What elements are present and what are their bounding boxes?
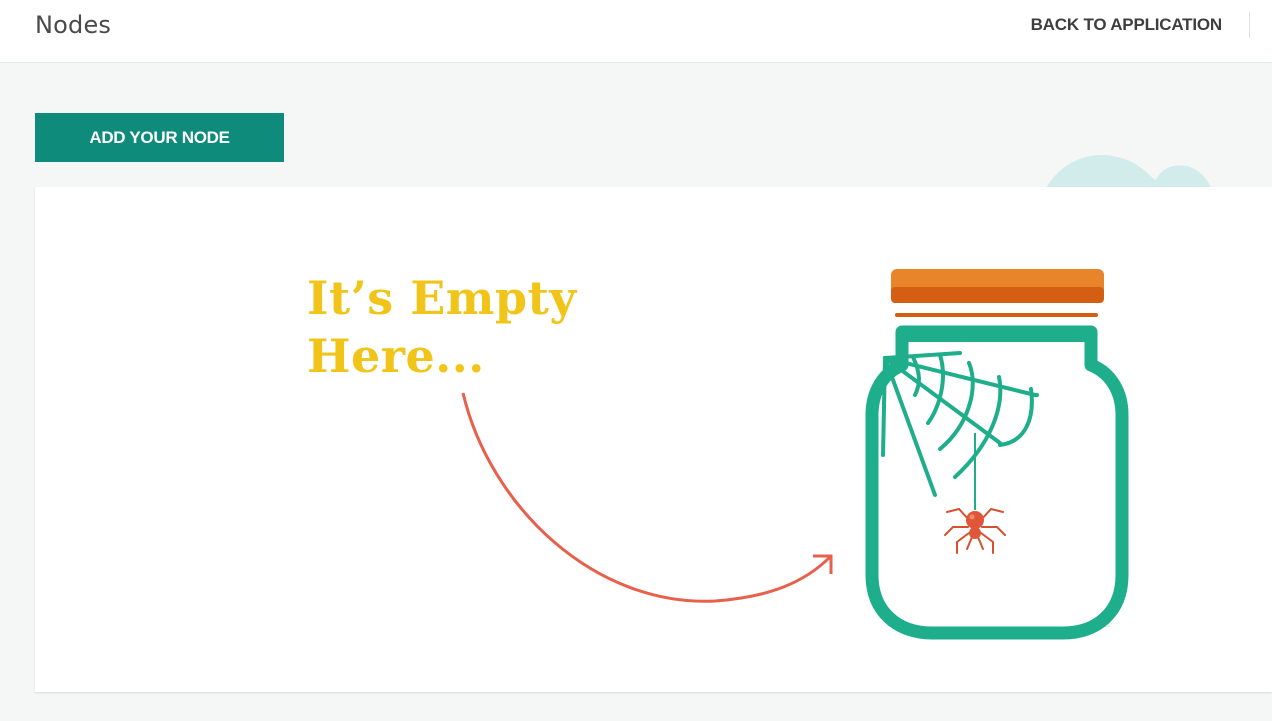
divider bbox=[1249, 12, 1250, 38]
jar-icon bbox=[865, 269, 1129, 640]
page-title: Nodes bbox=[35, 11, 112, 39]
empty-illustration bbox=[461, 269, 1129, 640]
arrow-icon bbox=[461, 392, 833, 603]
top-bar: Nodes BACK TO APPLICATION bbox=[0, 0, 1272, 63]
empty-state-card: It’s Empty Here... bbox=[35, 187, 1272, 692]
back-to-application-link[interactable]: BACK TO APPLICATION bbox=[1031, 15, 1223, 35]
add-node-button[interactable]: ADD YOUR NODE bbox=[35, 113, 284, 162]
